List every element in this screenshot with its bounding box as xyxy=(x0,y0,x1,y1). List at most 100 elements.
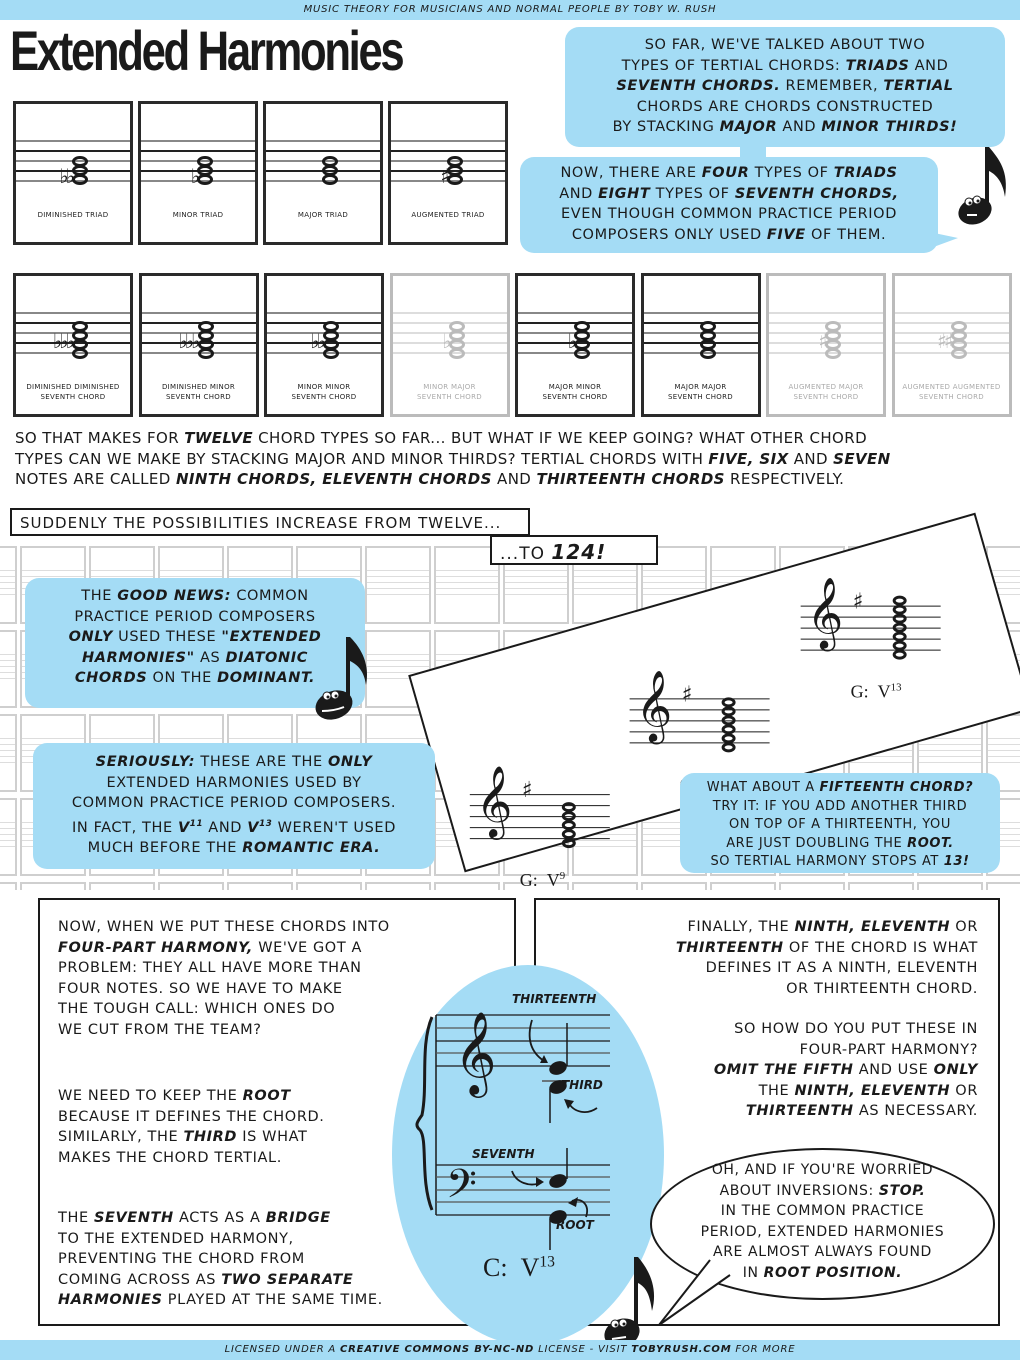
bubble-line: on top of a thirteenth, you xyxy=(729,817,951,832)
staff-line xyxy=(367,594,429,595)
roman-numeral-label: G: V13 xyxy=(851,682,902,703)
staff-line xyxy=(574,594,636,595)
staff-line xyxy=(643,588,705,589)
text-line: harmonies played at the same time. xyxy=(58,1290,438,1311)
staff-line xyxy=(574,576,636,577)
bubble-line: chords are chords constructed xyxy=(636,98,934,115)
label-line: Seventh Chord xyxy=(919,393,984,401)
text-line: thirteenth of the chord is what xyxy=(600,938,978,959)
emphasis: fifteenth chord? xyxy=(819,780,974,795)
bubble-line: extended harmonies used by xyxy=(106,774,362,791)
emphasis: chords xyxy=(74,670,148,686)
chord-label: Major Triad xyxy=(297,211,349,219)
staff-line xyxy=(141,150,255,152)
count-124: 124! xyxy=(551,540,607,564)
text: these are the xyxy=(195,754,328,770)
mini-chord-card xyxy=(779,882,845,890)
emphasis: five, six xyxy=(708,449,789,468)
key-label: C: xyxy=(483,1253,508,1282)
treble-clef-icon: 𝄞 xyxy=(454,1010,497,1098)
emphasis: V xyxy=(247,819,260,836)
whole-note-icon xyxy=(892,622,907,633)
text: Licensed under a xyxy=(224,1344,341,1355)
text: by stacking xyxy=(612,119,720,135)
text-line: makes the chord tertial. xyxy=(58,1149,282,1166)
staff-line xyxy=(0,588,15,589)
staff-line xyxy=(229,570,291,571)
text-line: So how do you put these in xyxy=(734,1021,978,1037)
paragraph-line: types can we make by stacking major and … xyxy=(15,449,1010,470)
chord-label: Minor Triad xyxy=(172,211,224,219)
text: We need to keep the xyxy=(58,1088,243,1104)
whole-note-icon xyxy=(721,724,736,735)
text: of the chord is what xyxy=(783,939,978,956)
whole-note-icon xyxy=(721,742,736,753)
website-link[interactable]: tobyrush.com xyxy=(631,1344,731,1355)
staff-line xyxy=(0,660,15,661)
staff-line xyxy=(0,744,15,745)
accidentals: ♯ xyxy=(818,329,828,353)
text: What about a xyxy=(706,780,820,795)
staff-line xyxy=(367,576,429,577)
staff-line xyxy=(22,738,84,739)
staff-line xyxy=(919,744,981,745)
text: acts as a xyxy=(173,1210,266,1226)
staff-line xyxy=(505,588,567,589)
staff-line xyxy=(0,666,15,667)
key-label: G: xyxy=(850,681,869,702)
whole-note-icon xyxy=(574,348,590,359)
text: and xyxy=(788,449,834,468)
text: as necessary. xyxy=(853,1103,978,1119)
label-line: Seventh Chord xyxy=(417,393,482,401)
roman-numeral-c-v13: C: V13 xyxy=(483,1253,555,1283)
whole-note-icon xyxy=(721,706,736,717)
series-header: Music Theory for Musicians and Normal Pe… xyxy=(0,0,1020,20)
text: played at the same time. xyxy=(162,1292,383,1308)
treble-clef-icon: 𝄞 xyxy=(806,575,844,649)
mini-chord-card xyxy=(0,798,17,876)
text-line: four-part harmony, we've got a xyxy=(58,938,438,959)
text: much before the xyxy=(87,839,243,856)
staff-line xyxy=(0,738,15,739)
staff-line xyxy=(160,570,222,571)
staff-line xyxy=(0,822,15,823)
staff-line xyxy=(629,742,770,744)
staff-line xyxy=(22,576,84,577)
staff-line xyxy=(988,738,1020,739)
staff-line xyxy=(367,666,429,667)
staff-line xyxy=(16,150,130,152)
label-line: Augmented Major xyxy=(788,383,864,391)
text: notes are called xyxy=(15,470,176,488)
staff-line xyxy=(712,570,774,571)
staff-line xyxy=(988,744,1020,745)
whole-note-icon xyxy=(561,820,576,831)
caption-from-twelve: Suddenly the possibilities increase from… xyxy=(10,508,530,536)
accidentals: ♭ xyxy=(567,329,578,353)
accidentals: ♭ xyxy=(442,329,452,353)
bubble-line: and eight types of seventh chords, xyxy=(520,184,938,205)
text: for more xyxy=(731,1344,796,1355)
text-line: Now, when we put these chords into xyxy=(58,919,390,935)
text: chord types so far... but what if we kee… xyxy=(252,429,868,447)
accidentals: ♭♭ xyxy=(310,329,326,353)
mini-chord-card xyxy=(917,882,983,890)
emphasis: Romantic era. xyxy=(242,839,381,856)
staff-line xyxy=(391,150,505,152)
text: in xyxy=(742,1264,764,1281)
text-line: We need to keep the root xyxy=(58,1086,438,1107)
whole-note-icon xyxy=(448,348,465,359)
bubble-line: by stacking major and minor thirds! xyxy=(565,117,1005,138)
emphasis: seventh chords, xyxy=(734,185,899,202)
text: or xyxy=(950,919,978,935)
bubble-line: even though common practice period xyxy=(561,206,897,222)
bubble-line: much before the Romantic era. xyxy=(33,838,435,859)
mini-chord-card xyxy=(710,882,776,890)
staff-line xyxy=(141,140,255,142)
staff-line xyxy=(160,738,222,739)
twelve-types-paragraph: So that makes for twelve chord types so … xyxy=(15,428,1010,490)
arrow-third-icon xyxy=(567,1101,598,1113)
label-line: Major Minor xyxy=(548,383,602,391)
chord-card: ♭♭♭ Diminished Diminished Seventh Chord xyxy=(13,273,133,417)
emphasis: third xyxy=(183,1129,238,1145)
text-line: about inversions: stop. xyxy=(655,1181,990,1202)
